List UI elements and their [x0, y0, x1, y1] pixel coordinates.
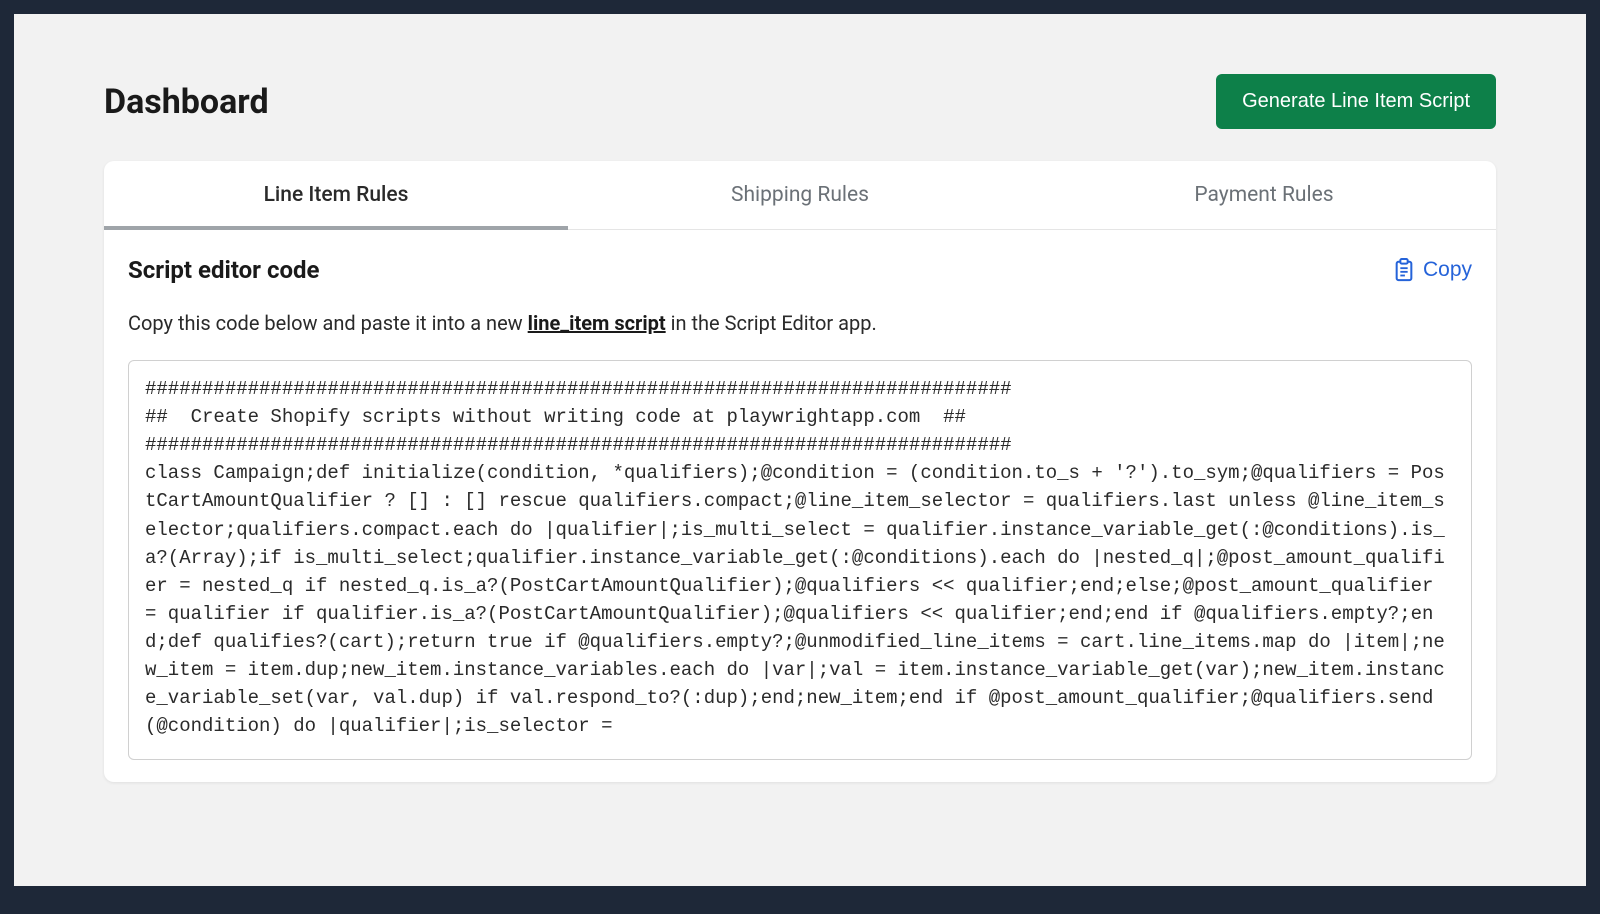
page-title: Dashboard: [104, 82, 269, 122]
tab-line-item-rules[interactable]: Line Item Rules: [104, 161, 568, 229]
code-editor[interactable]: ########################################…: [128, 360, 1472, 760]
instruction-text: Copy this code below and paste it into a…: [128, 308, 1472, 338]
copy-label: Copy: [1423, 258, 1472, 282]
section-header: Script editor code Copy: [128, 256, 1472, 284]
page-header: Dashboard Generate Line Item Script: [104, 74, 1496, 129]
tab-list: Line Item Rules Shipping Rules Payment R…: [104, 161, 1496, 230]
app-frame: Dashboard Generate Line Item Script Line…: [14, 14, 1586, 886]
instruction-suffix: in the Script Editor app.: [666, 311, 877, 335]
main-card: Line Item Rules Shipping Rules Payment R…: [104, 161, 1496, 782]
copy-button[interactable]: Copy: [1393, 258, 1472, 282]
clipboard-icon: [1393, 258, 1415, 282]
generate-line-item-script-button[interactable]: Generate Line Item Script: [1216, 74, 1496, 129]
tab-payment-rules[interactable]: Payment Rules: [1032, 161, 1496, 229]
line-item-script-link[interactable]: line_item script: [528, 311, 666, 335]
card-body: Script editor code Copy Copy this code b…: [104, 230, 1496, 782]
section-title: Script editor code: [128, 256, 319, 284]
tab-shipping-rules[interactable]: Shipping Rules: [568, 161, 1032, 229]
instruction-prefix: Copy this code below and paste it into a…: [128, 311, 528, 335]
